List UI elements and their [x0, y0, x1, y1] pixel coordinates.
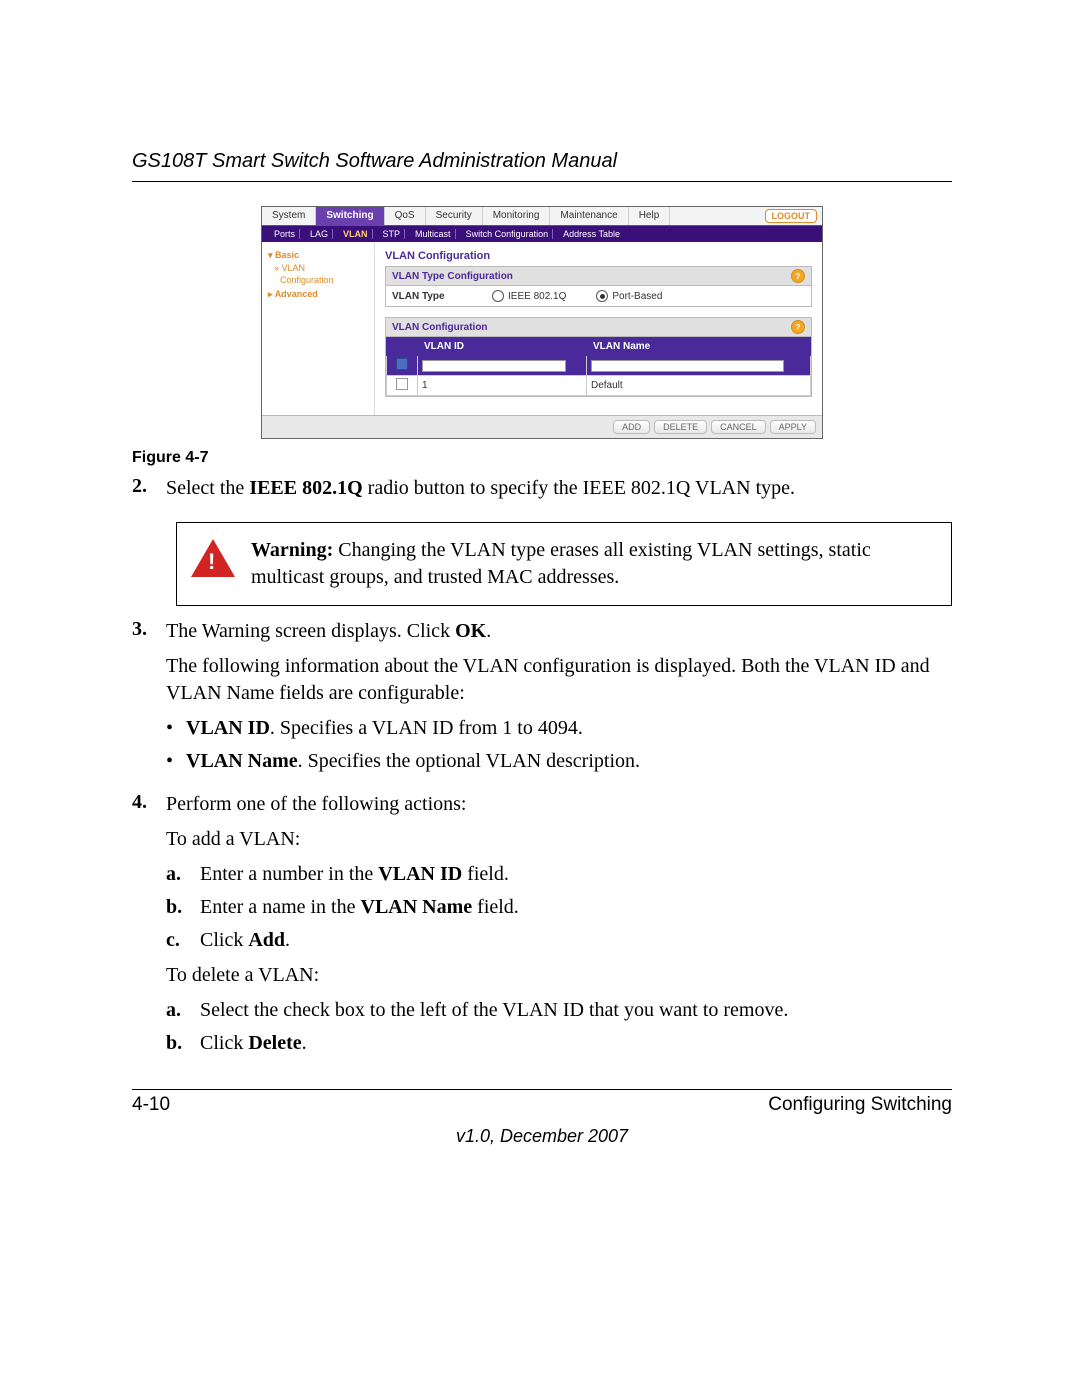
header-rule [132, 181, 952, 182]
pane-title: VLAN Configuration [385, 250, 812, 262]
col-vlan-name: VLAN Name [586, 338, 810, 356]
footer-rule [132, 1089, 952, 1090]
tab-qos[interactable]: QoS [385, 207, 426, 225]
sidebar-vlan-config[interactable]: Configuration [280, 275, 368, 285]
warning-box: Warning: Changing the VLAN type erases a… [176, 522, 952, 606]
vlan-type-label: VLAN Type [392, 291, 462, 302]
subtab-vlan[interactable]: VLAN [339, 229, 373, 239]
footer-version: v1.0, December 2007 [132, 1126, 952, 1147]
step-4: 4. Perform one of the following actions:… [132, 791, 952, 1065]
subtab-lag[interactable]: LAG [306, 229, 333, 239]
type-box-title: VLAN Type Configuration [392, 271, 513, 282]
row-checkbox[interactable] [396, 378, 408, 390]
figure-screenshot: System Switching QoS Security Monitoring… [261, 206, 823, 439]
subtab-address-table[interactable]: Address Table [559, 229, 624, 239]
sidebar-basic[interactable]: ▾ Basic [268, 250, 368, 261]
cell-vlan-id: 1 [418, 376, 587, 396]
doc-header-title: GS108T Smart Switch Software Administrat… [132, 150, 952, 173]
warning-text: Warning: Changing the VLAN type erases a… [251, 537, 937, 591]
help-icon[interactable]: ? [791, 269, 805, 283]
vlan-name-input[interactable] [591, 360, 785, 372]
tab-switching[interactable]: Switching [316, 207, 384, 225]
help-icon[interactable]: ? [791, 320, 805, 334]
subtab-ports[interactable]: Ports [270, 229, 300, 239]
vlan-id-input[interactable] [422, 360, 566, 372]
sub-tabs: Ports LAG VLAN STP Multicast Switch Conf… [262, 226, 822, 242]
cancel-button[interactable]: CANCEL [711, 420, 766, 434]
select-all-checkbox[interactable] [396, 358, 408, 370]
tab-monitoring[interactable]: Monitoring [483, 207, 551, 225]
logout-button[interactable]: LOGOUT [765, 209, 818, 223]
col-vlan-id: VLAN ID [418, 338, 587, 356]
vlan-table: VLAN ID VLAN Name 1 Default [386, 337, 811, 396]
tab-security[interactable]: Security [426, 207, 483, 225]
vlan-type-box: VLAN Type Configuration ? VLAN Type IEEE… [385, 266, 812, 307]
cfg-box-title: VLAN Configuration [392, 322, 488, 333]
step-2: 2. Select the IEEE 802.1Q radio button t… [132, 475, 952, 510]
subtab-switch-config[interactable]: Switch Configuration [462, 229, 554, 239]
warning-icon [191, 539, 235, 577]
top-tabs: System Switching QoS Security Monitoring… [262, 207, 822, 226]
footer-section: Configuring Switching [768, 1094, 952, 1116]
tab-help[interactable]: Help [629, 207, 671, 225]
subtab-multicast[interactable]: Multicast [411, 229, 456, 239]
tab-system[interactable]: System [262, 207, 316, 225]
radio-port-based[interactable]: Port-Based [596, 290, 662, 302]
delete-button[interactable]: DELETE [654, 420, 707, 434]
tab-maintenance[interactable]: Maintenance [550, 207, 628, 225]
sidebar-vlan[interactable]: » VLAN [274, 263, 368, 273]
button-bar: ADD DELETE CANCEL APPLY [262, 415, 822, 438]
radio-ieee[interactable]: IEEE 802.1Q [492, 290, 566, 302]
add-button[interactable]: ADD [613, 420, 650, 434]
subtab-stp[interactable]: STP [379, 229, 406, 239]
input-row [387, 356, 811, 376]
table-row: 1 Default [387, 376, 811, 396]
cell-vlan-name: Default [586, 376, 810, 396]
step-3: 3. The Warning screen displays. Click OK… [132, 618, 952, 783]
vlan-config-box: VLAN Configuration ? VLAN ID VLAN Name [385, 317, 812, 397]
apply-button[interactable]: APPLY [770, 420, 816, 434]
figure-caption: Figure 4-7 [132, 449, 952, 467]
sidebar: ▾ Basic » VLAN Configuration ▸ Advanced [262, 242, 375, 415]
footer-page-number: 4-10 [132, 1094, 170, 1116]
col-select [387, 338, 418, 356]
sidebar-advanced[interactable]: ▸ Advanced [268, 289, 368, 300]
